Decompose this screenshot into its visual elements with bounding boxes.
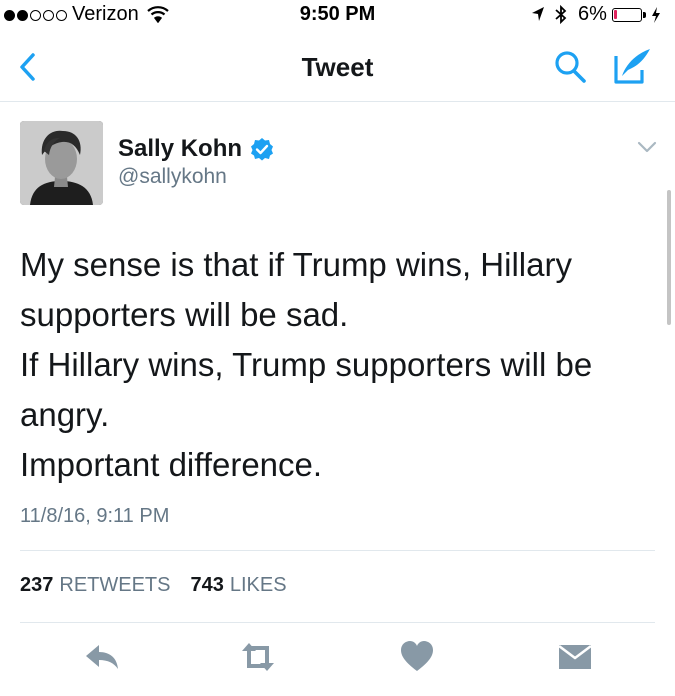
battery-percent: 6% [578, 3, 607, 25]
like-count[interactable]: 743 [191, 574, 224, 597]
tweet-actions [0, 636, 675, 678]
like-label[interactable]: LIKES [230, 574, 287, 597]
bluetooth-icon [555, 4, 567, 25]
tweet-text: My sense is that if Trump wins, Hillary … [20, 240, 650, 490]
tweet-text-line: My sense is that if Trump wins, Hillary [20, 246, 572, 283]
tweet-text-line: If Hillary wins, Trump supporters will b… [20, 346, 593, 383]
retweet-label[interactable]: RETWEETS [59, 574, 170, 597]
tweet-text-line: supporters will be sad. [20, 296, 349, 333]
tweet-text-line: Important difference. [20, 446, 323, 483]
tweet-timestamp: 11/8/16, 9:11 PM [20, 505, 170, 527]
compose-tweet-icon[interactable] [612, 46, 654, 86]
search-icon[interactable] [552, 48, 588, 86]
author-name-row[interactable]: Sally Kohn [118, 135, 274, 163]
divider [20, 622, 655, 623]
battery-icon [612, 8, 646, 22]
verified-badge-icon [251, 138, 274, 161]
tweet-stats: 237 RETWEETS 743 LIKES [20, 574, 287, 597]
direct-message-icon[interactable] [555, 636, 595, 678]
avatar[interactable] [20, 121, 103, 205]
author-name[interactable]: Sally Kohn [118, 135, 242, 163]
reply-icon[interactable] [82, 636, 122, 678]
retweet-count[interactable]: 237 [20, 574, 53, 597]
divider [20, 550, 655, 551]
author-handle[interactable]: @sallykohn [118, 165, 227, 189]
heart-icon[interactable] [397, 636, 437, 678]
charging-bolt-icon [652, 7, 660, 23]
chevron-down-icon[interactable] [636, 140, 658, 154]
clock: 9:50 PM [299, 3, 376, 25]
location-arrow-icon [532, 7, 544, 21]
retweet-icon[interactable] [238, 636, 278, 678]
tweet-text-line: angry. [20, 396, 110, 433]
scrollbar[interactable] [667, 190, 671, 325]
status-bar: Verizon 9:50 PM 6% [0, 0, 675, 34]
navigation-bar: Tweet [0, 34, 675, 102]
